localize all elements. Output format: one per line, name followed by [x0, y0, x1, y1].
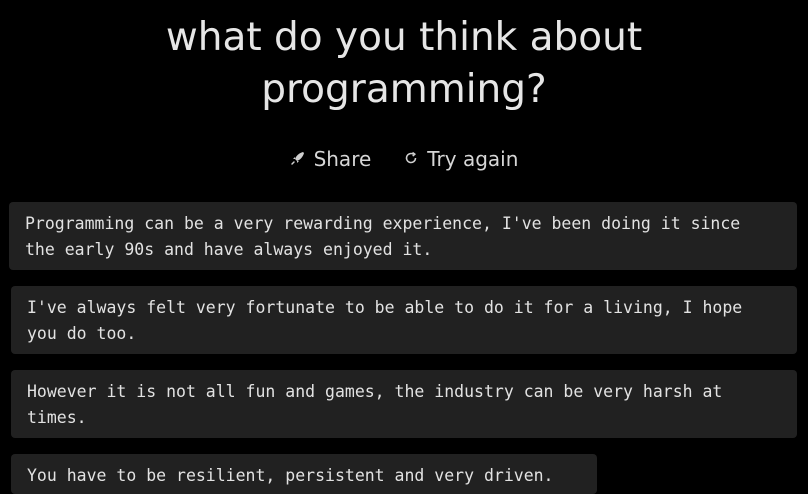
title-line-1: what do you think about: [165, 15, 643, 60]
page-title: what do you think about programming?: [0, 12, 808, 116]
response-text-line: the early 90s and have always enjoyed it…: [25, 240, 433, 259]
response-text-line: You have to be resilient, persistent and…: [27, 466, 554, 485]
response-card: However it is not all fun and games, the…: [11, 370, 797, 438]
response-card: Programming can be a very rewarding expe…: [9, 202, 797, 270]
share-label: Share: [313, 147, 372, 171]
response-text-line: you do too.: [27, 324, 137, 343]
share-button[interactable]: Share: [290, 144, 372, 174]
try-again-label: Try again: [427, 147, 519, 171]
title-line-2: programming?: [261, 67, 547, 112]
response-text-line: I've always felt very fortunate to be ab…: [27, 298, 743, 317]
response-text-line: However it is not all fun and games, the…: [27, 382, 723, 401]
rocket-icon: [290, 150, 306, 169]
response-text-line: times.: [27, 408, 87, 427]
refresh-icon: [403, 150, 419, 169]
try-again-button[interactable]: Try again: [403, 144, 518, 174]
action-bar: Share Try again: [0, 144, 808, 174]
response-text-line: Programming can be a very rewarding expe…: [25, 214, 741, 233]
response-card: I've always felt very fortunate to be ab…: [11, 286, 797, 354]
response-card: You have to be resilient, persistent and…: [11, 454, 597, 494]
